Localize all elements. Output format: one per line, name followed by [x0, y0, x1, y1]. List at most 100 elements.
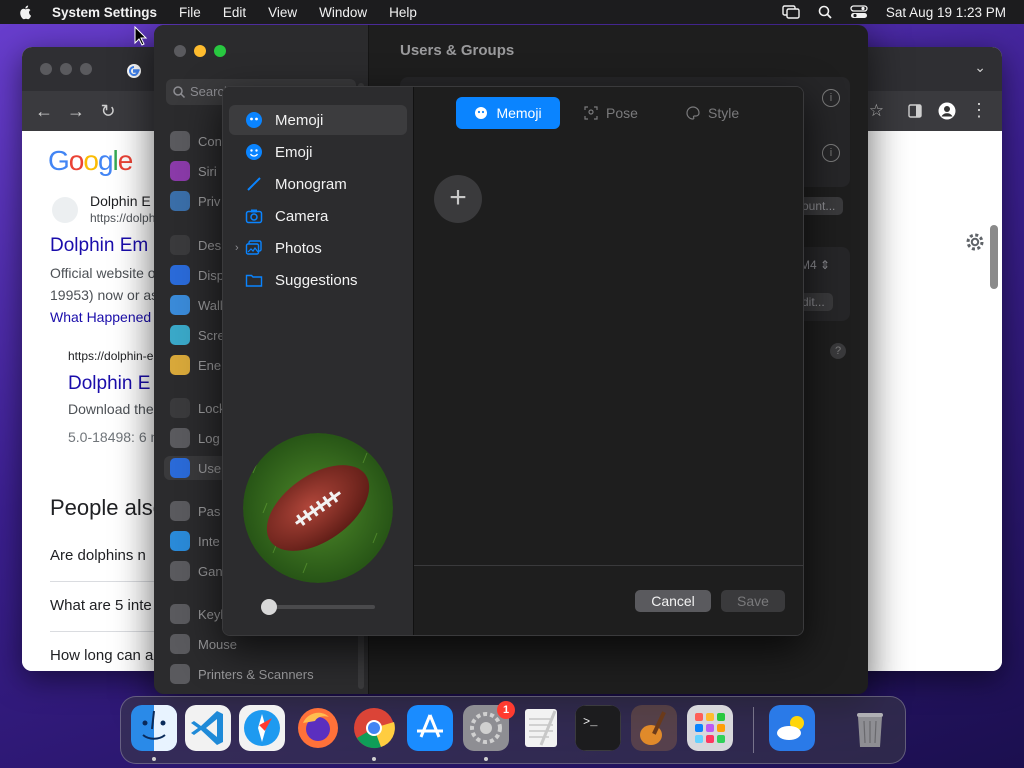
dock: 1 >_ — [120, 696, 906, 764]
result-url[interactable]: https://dolph — [90, 211, 155, 225]
menu-window[interactable]: Window — [319, 5, 367, 20]
paa-question[interactable]: What are 5 inte — [50, 597, 152, 614]
reload-icon[interactable]: ↻ — [98, 101, 118, 121]
sidebar-item[interactable]: Con — [170, 129, 222, 153]
sidebar-item[interactable]: Siri — [170, 159, 217, 183]
screen-mirroring-icon[interactable] — [782, 5, 800, 19]
help-icon[interactable]: ? — [830, 343, 846, 359]
sidebar-item[interactable]: Wall — [170, 293, 223, 317]
search-settings-gear-icon[interactable] — [964, 231, 986, 253]
save-button[interactable]: Save — [721, 590, 785, 612]
chrome-zoom-button[interactable] — [80, 63, 92, 75]
settings-minimize-button[interactable] — [194, 45, 206, 57]
app-store-icon[interactable] — [407, 705, 453, 751]
terminal-icon[interactable]: >_ — [575, 705, 621, 751]
cancel-button[interactable]: Cancel — [635, 590, 711, 612]
zoom-slider-track[interactable] — [263, 605, 375, 609]
sidebar-item[interactable]: Keyl — [170, 602, 223, 626]
segment-pose[interactable]: Pose — [584, 97, 654, 129]
sidebar-item[interactable]: Disp — [170, 263, 224, 287]
paa-question[interactable]: How long can a — [50, 647, 153, 664]
camera-icon — [245, 209, 263, 224]
info-icon[interactable]: i — [822, 144, 840, 162]
info-icon[interactable]: i — [822, 89, 840, 107]
safari-icon[interactable] — [239, 705, 285, 751]
result2-meta: 5.0-18498: 6 n — [68, 429, 159, 445]
result-site-name[interactable]: Dolphin E — [90, 193, 151, 209]
sidebar-item[interactable]: Des — [170, 233, 221, 257]
page-scrollbar[interactable] — [990, 225, 998, 289]
people-also-ask-heading: People also — [50, 495, 165, 520]
category-photos[interactable]: › Photos — [229, 233, 407, 263]
profile-icon[interactable] — [938, 102, 956, 120]
vscode-icon[interactable] — [185, 705, 231, 751]
result-title-link[interactable]: Dolphin Em — [50, 235, 148, 257]
avatar-preview[interactable] — [243, 433, 393, 583]
category-emoji[interactable]: Emoji — [229, 137, 407, 167]
category-monogram[interactable]: Monogram — [229, 169, 407, 199]
paa-question[interactable]: Are dolphins n — [50, 547, 146, 564]
menu-edit[interactable]: Edit — [223, 5, 246, 20]
result2-url[interactable]: https://dolphin-e — [68, 349, 153, 363]
side-panel-icon[interactable] — [908, 104, 922, 118]
menu-file[interactable]: File — [179, 5, 201, 20]
sidebar-item-icon — [170, 131, 190, 151]
sidebar-item[interactable]: Printers & Scanners — [170, 662, 314, 686]
segment-memoji[interactable]: Memoji — [456, 97, 560, 129]
add-memoji-button[interactable]: + — [434, 175, 482, 223]
app-menu[interactable]: System Settings — [52, 5, 157, 20]
forward-icon[interactable]: → — [66, 101, 86, 121]
spotlight-search-icon[interactable] — [816, 5, 834, 19]
chrome-close-button[interactable] — [40, 63, 52, 75]
disclosure-chevron-icon[interactable]: › — [235, 242, 239, 254]
category-camera[interactable]: Camera — [229, 201, 407, 231]
textedit-icon[interactable] — [519, 705, 565, 751]
sidebar-item[interactable]: Lock — [170, 396, 225, 420]
bookmark-star-icon[interactable]: ☆ — [869, 101, 884, 121]
settings-zoom-button[interactable] — [214, 45, 226, 57]
chrome-icon[interactable] — [351, 705, 397, 751]
running-indicator — [484, 757, 488, 761]
menu-help[interactable]: Help — [389, 5, 417, 20]
trash-icon[interactable] — [847, 705, 893, 751]
sidebar-item[interactable]: Log — [170, 426, 220, 450]
sidebar-item[interactable]: Scre — [170, 323, 225, 347]
firefox-icon[interactable] — [295, 705, 341, 751]
category-suggestions[interactable]: Suggestions — [229, 265, 407, 295]
sidebar-item-icon — [170, 428, 190, 448]
zoom-slider-knob[interactable] — [261, 599, 277, 615]
result2-title-link[interactable]: Dolphin E — [68, 373, 150, 395]
sidebar-item[interactable]: Ene — [170, 353, 221, 377]
sidebar-item-label: Inte — [198, 533, 220, 549]
apple-menu-icon[interactable] — [18, 4, 34, 20]
option-stepper[interactable]: M4 ⇕ — [800, 258, 830, 272]
menu-view[interactable]: View — [268, 5, 297, 20]
palette-icon — [686, 106, 700, 120]
back-icon[interactable]: ← — [34, 101, 54, 121]
settings-close-button[interactable] — [174, 45, 186, 57]
sidebar-item[interactable]: Pas — [170, 499, 220, 523]
sidebar-item-label: Use — [198, 460, 222, 476]
sidebar-item-icon — [170, 325, 190, 345]
control-center-icon[interactable] — [850, 5, 868, 19]
sidebar-item-label: Wall — [198, 297, 223, 313]
settings-pane-title: Users & Groups — [400, 42, 515, 59]
finder-icon[interactable] — [131, 705, 177, 751]
result-sitelink[interactable]: What Happened — [50, 309, 151, 325]
chrome-minimize-button[interactable] — [60, 63, 72, 75]
sidebar-item[interactable]: Priv — [170, 189, 220, 213]
tab-search-chevron-icon[interactable]: ⌄ — [974, 59, 986, 76]
notification-badge: 1 — [497, 701, 515, 719]
sidebar-item[interactable]: Inte — [170, 529, 220, 553]
sidebar-item[interactable]: Gan — [170, 559, 223, 583]
google-logo[interactable]: Google — [48, 145, 133, 177]
chrome-menu-icon[interactable]: ⋮ — [970, 100, 988, 121]
launchpad-icon[interactable] — [687, 705, 733, 751]
search-icon — [173, 86, 186, 99]
segment-style[interactable]: Style — [686, 97, 756, 129]
garageband-icon[interactable] — [631, 705, 677, 751]
weather-icon[interactable] — [769, 705, 815, 751]
category-memoji[interactable]: Memoji — [229, 105, 407, 135]
menubar-clock[interactable]: Sat Aug 19 1:23 PM — [886, 5, 1006, 20]
sidebar-item-label: Log — [198, 430, 220, 446]
